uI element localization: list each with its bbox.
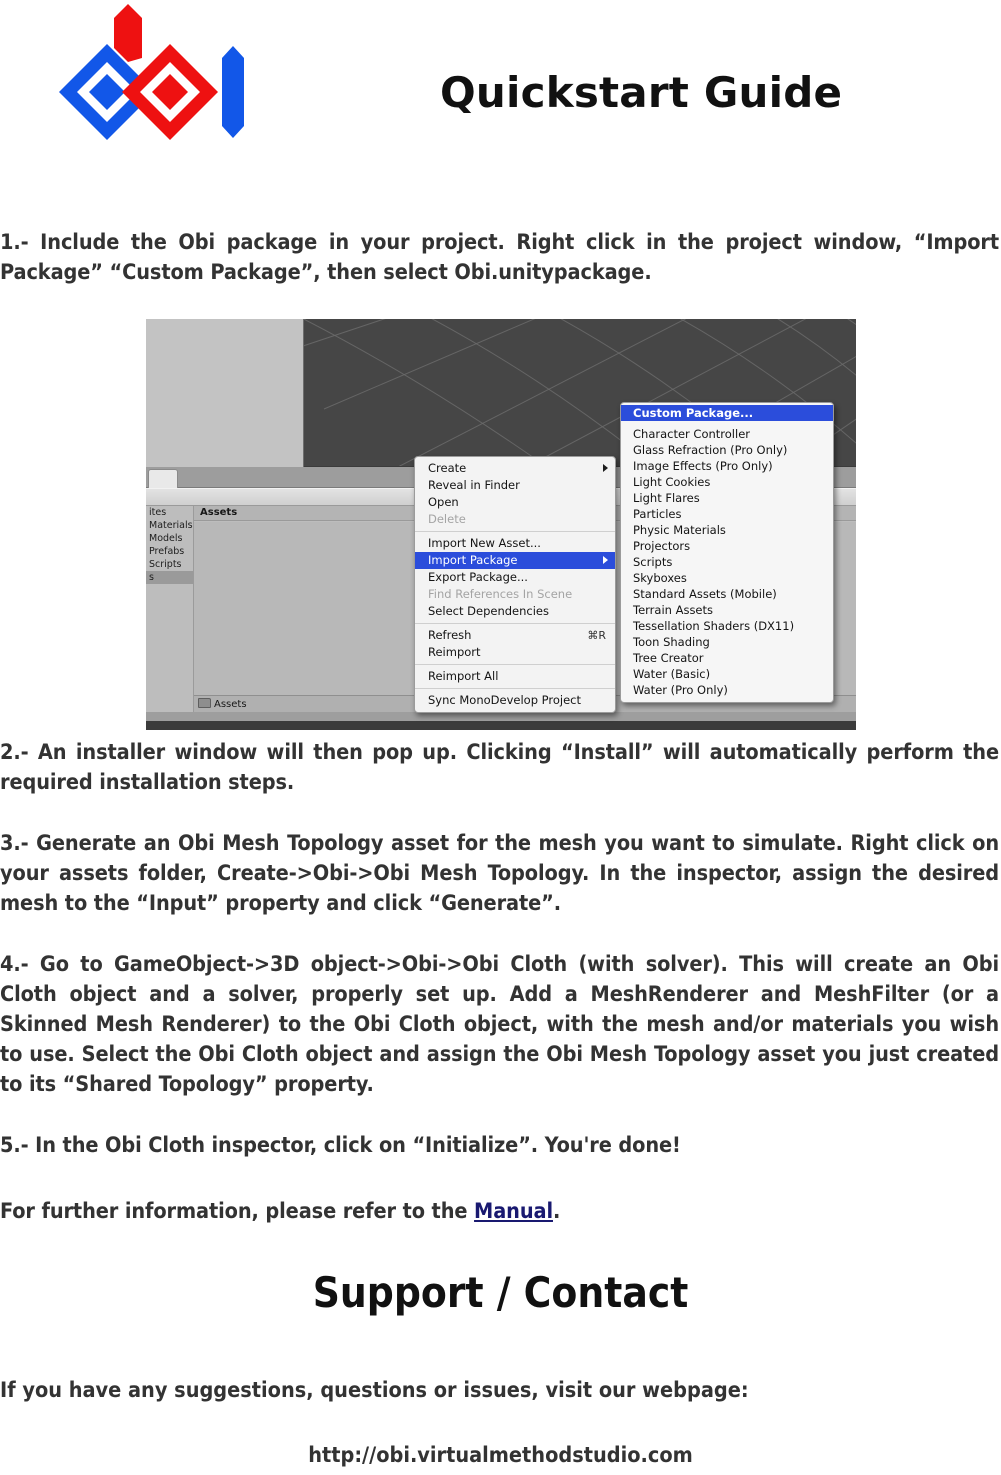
submenu-item-particles[interactable]: Particles <box>621 506 833 522</box>
ctx-item-refresh[interactable]: Refresh ⌘R <box>415 627 615 644</box>
ctx-item-sync-monodevelop-project[interactable]: Sync MonoDevelop Project <box>415 692 615 709</box>
unity-editor-screenshot: ites Materials Models Prefabs Scripts s … <box>146 319 856 730</box>
ctx-separator <box>415 531 615 532</box>
manual-link[interactable]: Manual <box>474 1199 553 1224</box>
submenu-item-character-controller[interactable]: Character Controller <box>621 426 833 442</box>
submenu-item-tessellation-shaders[interactable]: Tessellation Shaders (DX11) <box>621 618 833 634</box>
submenu-item-water-basic[interactable]: Water (Basic) <box>621 666 833 682</box>
import-package-submenu[interactable]: Custom Package... Character Controller G… <box>620 402 834 703</box>
ctx-separator <box>415 623 615 624</box>
submenu-item-custom-package[interactable]: Custom Package... <box>621 405 833 421</box>
submenu-item-scripts[interactable]: Scripts <box>621 554 833 570</box>
ctx-item-reimport-all[interactable]: Reimport All <box>415 668 615 685</box>
step-1-paragraph: 1.- Include the Obi package in your proj… <box>0 230 999 285</box>
unity-favorites-column: ites Materials Models Prefabs Scripts s <box>146 506 194 721</box>
ctx-item-import-package[interactable]: Import Package <box>415 552 615 569</box>
submenu-item-tree-creator[interactable]: Tree Creator <box>621 650 833 666</box>
submenu-item-light-cookies[interactable]: Light Cookies <box>621 474 833 490</box>
further-info-suffix: . <box>552 1199 561 1224</box>
unity-scene-tab[interactable] <box>148 469 178 488</box>
favorites-row[interactable]: Scripts <box>146 558 193 571</box>
step-2-paragraph: 2.- An installer window will then pop up… <box>0 740 999 795</box>
unity-hierarchy-panel <box>146 319 304 468</box>
support-webpage-url[interactable]: http://obi.virtualmethodstudio.com <box>0 1443 1001 1468</box>
submenu-item-physic-materials[interactable]: Physic Materials <box>621 522 833 538</box>
ctx-item-open[interactable]: Open <box>415 494 615 511</box>
support-contact-heading: Support / Contact <box>312 1268 689 1317</box>
favorites-row[interactable]: Prefabs <box>146 545 193 558</box>
ctx-shortcut: ⌘R <box>587 629 606 642</box>
step-3-paragraph: 3.- Generate an Obi Mesh Topology asset … <box>0 831 999 916</box>
further-info-paragraph: For further information, please refer to… <box>0 1197 1001 1227</box>
ctx-separator <box>415 664 615 665</box>
ctx-item-create[interactable]: Create <box>415 460 615 477</box>
submenu-item-glass-refraction[interactable]: Glass Refraction (Pro Only) <box>621 442 833 458</box>
submenu-item-toon-shading[interactable]: Toon Shading <box>621 634 833 650</box>
obi-logo <box>22 2 262 180</box>
ctx-item-select-dependencies[interactable]: Select Dependencies <box>415 603 615 620</box>
folder-icon <box>198 698 211 708</box>
submenu-item-projectors[interactable]: Projectors <box>621 538 833 554</box>
favorites-row[interactable]: Materials <box>146 519 193 532</box>
submenu-item-terrain-assets[interactable]: Terrain Assets <box>621 602 833 618</box>
submenu-item-standard-assets-mobile[interactable]: Standard Assets (Mobile) <box>621 586 833 602</box>
ctx-item-import-new-asset[interactable]: Import New Asset... <box>415 535 615 552</box>
ctx-item-reimport[interactable]: Reimport <box>415 644 615 661</box>
ctx-item-export-package[interactable]: Export Package... <box>415 569 615 586</box>
ctx-separator <box>415 688 615 689</box>
submenu-item-light-flares[interactable]: Light Flares <box>621 490 833 506</box>
submenu-item-skyboxes[interactable]: Skyboxes <box>621 570 833 586</box>
ctx-item-reveal-in-finder[interactable]: Reveal in Finder <box>415 477 615 494</box>
breadcrumb-label: Assets <box>214 699 247 710</box>
ctx-item-delete: Delete <box>428 512 466 526</box>
document-header: Quickstart Guide <box>0 0 1001 200</box>
chevron-right-icon <box>603 556 608 564</box>
further-info-prefix: For further information, please refer to… <box>0 1199 475 1224</box>
support-contact-line: If you have any suggestions, questions o… <box>0 1378 749 1403</box>
favorites-row[interactable]: ites <box>146 506 193 519</box>
ctx-label: Import Package <box>428 553 518 567</box>
unity-status-bar <box>146 712 856 721</box>
step-4-paragraph: 4.- Go to GameObject->3D object->Obi->Ob… <box>0 952 999 1097</box>
project-context-menu[interactable]: Create Reveal in Finder Open Delete Impo… <box>414 456 616 713</box>
page-title: Quickstart Guide <box>440 68 843 117</box>
step-5-paragraph: 5.- In the Obi Cloth inspector, click on… <box>0 1133 681 1158</box>
chevron-right-icon <box>603 464 608 472</box>
favorites-row-selected[interactable]: s <box>146 571 193 584</box>
submenu-item-water-pro-only[interactable]: Water (Pro Only) <box>621 682 833 698</box>
ctx-label: Refresh <box>428 628 472 642</box>
ctx-label: Create <box>428 461 467 475</box>
ctx-item-find-references-in-scene: Find References In Scene <box>428 587 573 601</box>
unity-screenshot-figure: ites Materials Models Prefabs Scripts s … <box>146 319 856 730</box>
favorites-row[interactable]: Models <box>146 532 193 545</box>
submenu-item-image-effects[interactable]: Image Effects (Pro Only) <box>621 458 833 474</box>
